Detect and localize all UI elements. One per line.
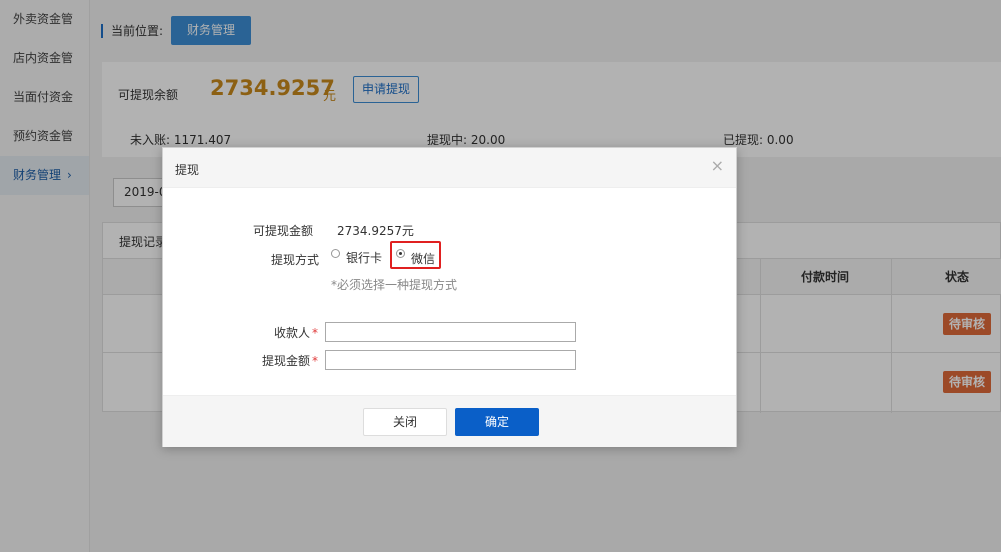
method-hint: *必须选择一种提现方式 bbox=[331, 278, 458, 292]
dialog-footer: 关闭 确定 bbox=[163, 395, 736, 447]
cancel-button[interactable]: 关闭 bbox=[363, 408, 447, 436]
dialog-header: 提现 × bbox=[163, 148, 736, 188]
withdraw-amount-label-text: 提现金额 bbox=[261, 354, 310, 368]
radio-bank-card[interactable] bbox=[331, 249, 340, 258]
payee-label: 收款人 * bbox=[218, 324, 318, 341]
confirm-button[interactable]: 确定 bbox=[455, 408, 539, 436]
close-icon[interactable]: × bbox=[711, 157, 724, 175]
amount-value: 2734.9257元 bbox=[337, 224, 414, 238]
radio-bank-card-label[interactable]: 银行卡 bbox=[346, 249, 382, 266]
withdraw-amount-input[interactable] bbox=[325, 350, 576, 370]
withdraw-amount-label: 提现金额 * bbox=[218, 352, 318, 369]
wechat-highlight-box bbox=[390, 241, 441, 269]
required-mark: * bbox=[312, 354, 318, 368]
method-label: 提现方式 bbox=[270, 253, 319, 267]
amount-label: 可提现金额 bbox=[252, 224, 313, 238]
payee-label-text: 收款人 bbox=[273, 326, 310, 340]
dialog-title: 提现 bbox=[175, 163, 200, 177]
payee-input[interactable] bbox=[325, 322, 576, 342]
withdraw-dialog: 提现 × 可提现金额 2734.9257元 提现方式 银行卡 微信 *必须选择一… bbox=[162, 147, 737, 447]
required-mark: * bbox=[312, 326, 318, 340]
